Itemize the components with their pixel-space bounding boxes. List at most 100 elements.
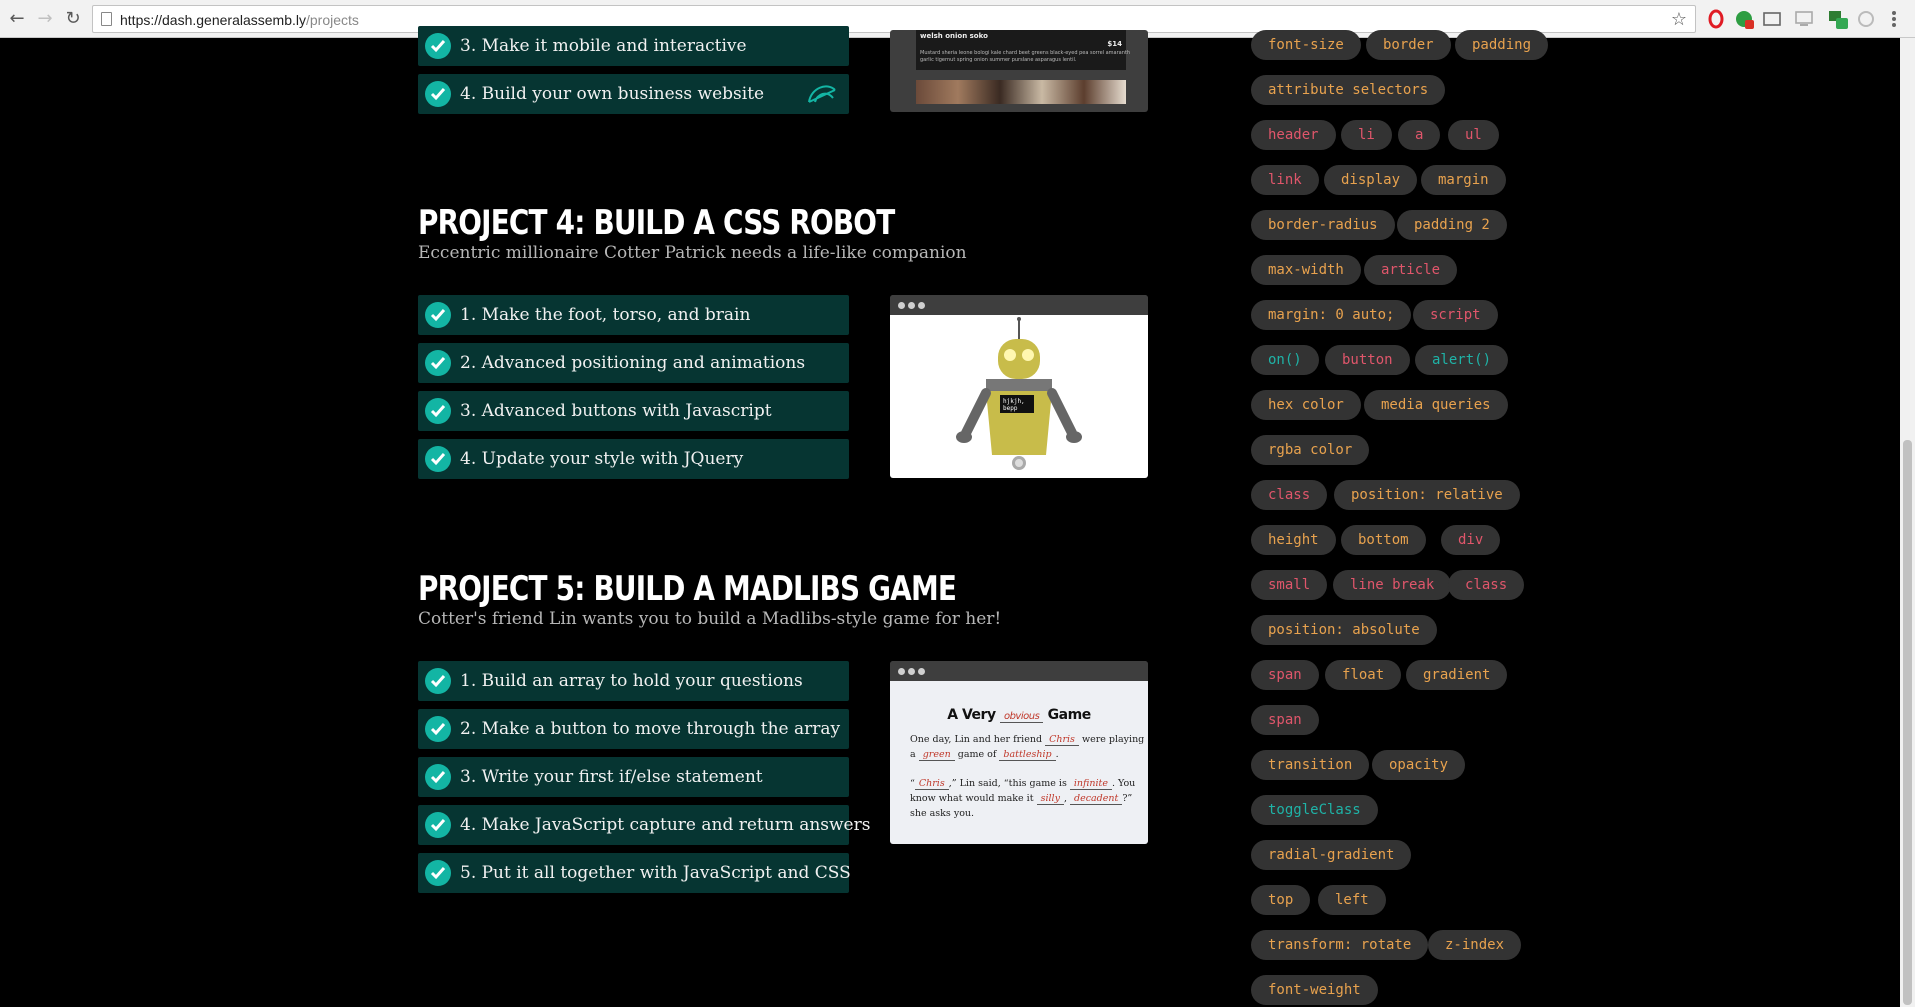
tag-span[interactable]: span [1251,660,1319,690]
dish-price: $14 [1107,40,1122,48]
food-photo [916,80,1126,104]
checkmark-icon [425,668,451,694]
page-scrollbar[interactable] [1900,38,1915,1007]
tag-bottom[interactable]: bottom [1341,525,1426,555]
bookmark-star-icon[interactable]: ☆ [1671,9,1687,30]
project5-task-3[interactable]: 3. Write your first if/else statement [418,757,849,797]
tag-gradient[interactable]: gradient [1406,660,1508,690]
madlib-text: a [910,749,916,760]
tag-max-width[interactable]: max-width [1251,255,1361,285]
checkmark-icon [425,860,451,886]
tag-padding-2[interactable]: padding 2 [1397,210,1507,240]
tag-a[interactable]: a [1398,120,1441,150]
task-label: 4. Build your own business website [460,84,765,104]
tag-radial-gradient[interactable]: radial-gradient [1251,840,1412,870]
back-arrow-icon[interactable]: ← [6,8,28,30]
project5-task-5[interactable]: 5. Put it all together with JavaScript a… [418,853,851,893]
project4-task-4[interactable]: 4. Update your style with JQuery [418,439,849,479]
tag-font-size[interactable]: font-size [1251,30,1361,60]
sync-extension-icon[interactable] [1856,9,1876,29]
window-bar [890,295,1148,315]
tag-transition[interactable]: transition [1251,750,1370,780]
tag-line-break[interactable]: line break [1333,570,1452,600]
tag-height[interactable]: height [1251,525,1336,555]
forward-arrow-icon[interactable]: → [34,8,56,30]
dish-description-2: garlic tigernut spring onion summer purs… [920,57,1077,63]
address-bar[interactable]: https://dash.generalassemb.ly/projects ☆ [92,5,1696,33]
tag-top[interactable]: top [1251,885,1311,915]
url-text[interactable]: https://dash.generalassemb.ly/projects [120,12,359,28]
madlib-title: A Very obvious Game [890,707,1148,723]
task-label: 2. Make a button to move through the arr… [460,719,841,739]
checkmark-icon [425,33,451,59]
cast-icon[interactable] [1762,9,1782,29]
tag-border[interactable]: border [1366,30,1451,60]
screen-extension-icon[interactable] [1794,9,1814,29]
badge-icon [808,85,836,103]
tag-position-relative[interactable]: position: relative [1334,480,1520,510]
scrollbar-thumb[interactable] [1903,440,1912,1005]
tag-media-queries[interactable]: media queries [1364,390,1508,420]
tag-font-weight[interactable]: font-weight [1251,975,1378,1005]
tag-button[interactable]: button [1325,345,1410,375]
tag-small[interactable]: small [1251,570,1328,600]
checkmark-icon [425,398,451,424]
tag-rgba-color[interactable]: rgba color [1251,435,1370,465]
project3-task-3[interactable]: 3. Make it mobile and interactive [418,26,849,66]
tag-article[interactable]: article [1364,255,1458,285]
checkmark-icon [425,302,451,328]
tag-transform-rotate[interactable]: transform: rotate [1251,930,1429,960]
tag-span-2[interactable]: span [1251,705,1319,735]
tag-link[interactable]: link [1251,165,1319,195]
task-label: 1. Make the foot, torso, and brain [460,305,751,325]
page-info-icon[interactable] [101,12,112,26]
menu-card: welsh onion soko $14 Mustard sheria leon… [916,30,1130,70]
tag-display[interactable]: display [1324,165,1418,195]
madlib-text: were playing [1081,734,1145,745]
tag-margin[interactable]: margin [1421,165,1506,195]
tag-li[interactable]: li [1341,120,1392,150]
tag-class-2[interactable]: class [1448,570,1525,600]
tag-alert[interactable]: alert() [1415,345,1509,375]
tag-toggleclass[interactable]: toggleClass [1251,795,1378,825]
task-label: 3. Make it mobile and interactive [460,36,747,56]
project5-task-4[interactable]: 4. Make JavaScript capture and return an… [418,805,870,845]
madlib-blank: Chris [914,778,949,790]
madlib-title-b: Game [1047,707,1092,723]
tag-border-radius[interactable]: border-radius [1251,210,1395,240]
project4-task-3[interactable]: 3. Advanced buttons with Javascript [418,391,849,431]
reload-icon[interactable]: ↻ [62,8,84,30]
menu-icon[interactable] [1884,9,1904,29]
task-label: 3. Advanced buttons with Javascript [460,401,772,421]
checkmark-icon [425,764,451,790]
tag-z-index[interactable]: z-index [1428,930,1522,960]
tag-hex-color[interactable]: hex color [1251,390,1361,420]
tag-on[interactable]: on() [1251,345,1319,375]
green-badge-extension-icon[interactable] [1828,9,1848,29]
tag-attribute-selectors[interactable]: attribute selectors [1251,75,1446,105]
project5-title: PROJECT 5: BUILD A MADLIBS GAME [418,569,957,609]
tag-left[interactable]: left [1318,885,1386,915]
tag-float[interactable]: float [1325,660,1402,690]
madlib-text: One day, Lin and her friend [910,734,1043,745]
tag-header[interactable]: header [1251,120,1336,150]
tag-ul[interactable]: ul [1448,120,1499,150]
tag-div[interactable]: div [1441,525,1501,555]
project5-task-1[interactable]: 1. Build an array to hold your questions [418,661,849,701]
project5-task-2[interactable]: 2. Make a button to move through the arr… [418,709,849,749]
madlib-text: know what would make it [910,793,1034,804]
project3-task-4[interactable]: 4. Build your own business website [418,74,849,114]
tag-opacity[interactable]: opacity [1372,750,1466,780]
tag-script[interactable]: script [1413,300,1498,330]
tag-padding[interactable]: padding [1455,30,1549,60]
checkmark-icon [425,446,451,472]
green-extension-icon[interactable] [1734,9,1754,29]
tag-position-absolute[interactable]: position: absolute [1251,615,1437,645]
tag-margin-auto[interactable]: margin: 0 auto; [1251,300,1412,330]
project4-task-2[interactable]: 2. Advanced positioning and animations [418,343,849,383]
project4-preview: hjkjh, bepp [890,295,1148,478]
opera-extension-icon[interactable] [1706,9,1726,29]
checkmark-icon [425,812,451,838]
project4-task-1[interactable]: 1. Make the foot, torso, and brain [418,295,849,335]
tag-class[interactable]: class [1251,480,1328,510]
